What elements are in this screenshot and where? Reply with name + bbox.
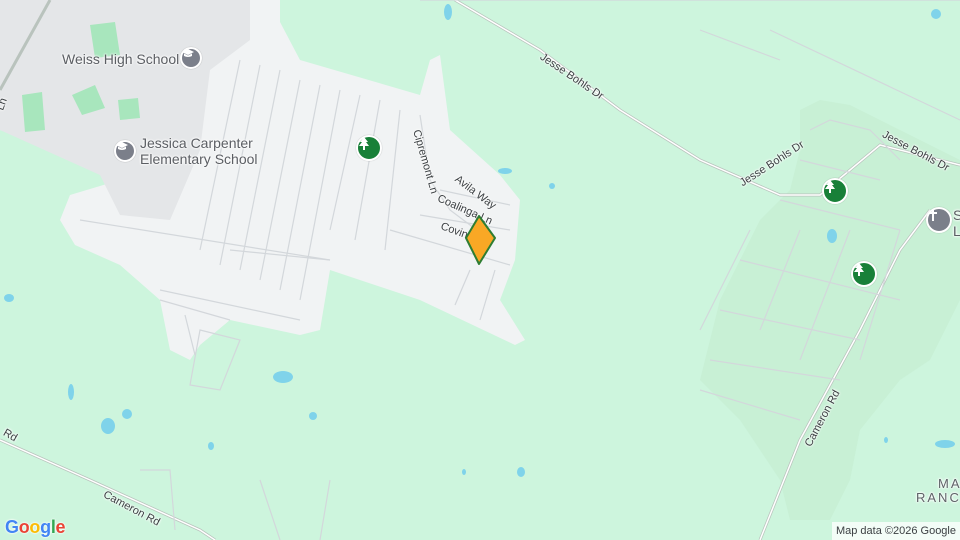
place-label-line1: MA bbox=[938, 476, 960, 491]
map-canvas[interactable]: Weiss High School Jessica Carpenter Elem… bbox=[0, 0, 960, 540]
google-logo[interactable]: Google bbox=[5, 517, 66, 538]
right-poi-label[interactable]: S L bbox=[953, 207, 960, 239]
school-icon[interactable] bbox=[180, 47, 202, 69]
school-icon[interactable] bbox=[114, 140, 136, 162]
right-poi-line2: L bbox=[953, 223, 960, 239]
park-icon[interactable] bbox=[822, 178, 848, 204]
sports-field bbox=[118, 98, 140, 120]
jessica-carpenter-label[interactable]: Jessica Carpenter Elementary School bbox=[140, 135, 258, 167]
residential-area bbox=[700, 100, 960, 520]
right-poi-line1: S bbox=[953, 207, 960, 223]
jessica-carpenter-line2: Elementary School bbox=[140, 151, 258, 167]
map-base-layer bbox=[0, 0, 960, 540]
park-icon[interactable] bbox=[851, 261, 877, 287]
place-label-line2: RANCH bbox=[916, 490, 960, 505]
map-attribution[interactable]: Map data ©2026 Google bbox=[831, 522, 960, 540]
place-label-manor-ranch: MA RANCH bbox=[916, 477, 960, 505]
jessica-carpenter-line1: Jessica Carpenter bbox=[140, 135, 253, 151]
weiss-high-school-label[interactable]: Weiss High School bbox=[62, 51, 179, 67]
church-icon[interactable] bbox=[926, 207, 952, 233]
park-icon[interactable] bbox=[356, 135, 382, 161]
sports-field bbox=[22, 92, 45, 132]
